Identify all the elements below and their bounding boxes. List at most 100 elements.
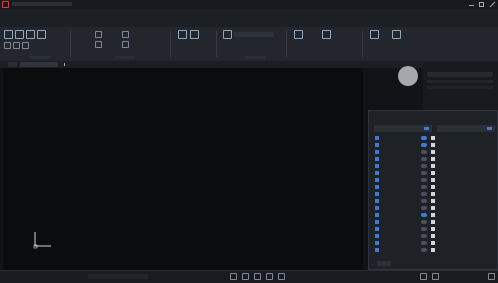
layer-row[interactable]: [375, 184, 498, 190]
rotate-tool-icon[interactable]: [122, 31, 129, 38]
snap-icon[interactable]: [230, 273, 237, 280]
layer-checkbox[interactable]: [375, 220, 379, 224]
layer-color-swatch[interactable]: [431, 220, 435, 224]
layer-toggle[interactable]: [421, 150, 427, 154]
mirror-tool-icon[interactable]: [122, 41, 129, 48]
layer-checkbox[interactable]: [375, 136, 379, 140]
layer-row[interactable]: [375, 177, 498, 183]
layer-toggle[interactable]: [421, 206, 427, 210]
layer-toggle[interactable]: [421, 185, 427, 189]
layer-color-swatch[interactable]: [431, 157, 435, 161]
layer-checkbox[interactable]: [375, 227, 379, 231]
layer-row[interactable]: [375, 156, 498, 162]
layer-toggle[interactable]: [421, 164, 427, 168]
group-icon[interactable]: [370, 30, 379, 39]
osnap-icon[interactable]: [278, 273, 285, 280]
layer-row[interactable]: [375, 149, 498, 155]
layer-row[interactable]: [375, 142, 498, 148]
layer-toggle[interactable]: [421, 199, 427, 203]
right-selector[interactable]: [437, 125, 495, 132]
tab-drawing[interactable]: [20, 62, 58, 67]
layer-checkbox[interactable]: [375, 199, 379, 203]
grid-icon[interactable]: [242, 273, 249, 280]
move-tool-icon[interactable]: [95, 31, 102, 38]
layer-toggle[interactable]: [421, 157, 427, 161]
layer-checkbox[interactable]: [375, 171, 379, 175]
layer-color-swatch[interactable]: [431, 213, 435, 217]
layer-row[interactable]: [375, 219, 498, 225]
polar-icon[interactable]: [266, 273, 273, 280]
dialog-footer-button[interactable]: [377, 261, 391, 266]
layer-color-swatch[interactable]: [431, 206, 435, 210]
point-tool-icon[interactable]: [22, 42, 29, 49]
line-tool-icon[interactable]: [4, 30, 13, 39]
navigation-wheel[interactable]: [398, 66, 418, 86]
rectangle-tool-icon[interactable]: [4, 42, 11, 49]
layer-color-swatch[interactable]: [431, 234, 435, 238]
layer-color-swatch[interactable]: [431, 192, 435, 196]
layer-row[interactable]: [375, 191, 498, 197]
layer-color-swatch[interactable]: [431, 185, 435, 189]
properties-selector[interactable]: [427, 72, 493, 77]
layer-color-swatch[interactable]: [431, 136, 435, 140]
drawing-canvas[interactable]: [3, 68, 363, 270]
ortho-icon[interactable]: [254, 273, 261, 280]
layer-checkbox[interactable]: [375, 192, 379, 196]
quick-access-toolbar[interactable]: [12, 2, 72, 6]
layer-checkbox[interactable]: [375, 234, 379, 238]
layer-row[interactable]: [375, 233, 498, 239]
layer-row[interactable]: [375, 226, 498, 232]
arc-tool-icon[interactable]: [37, 30, 46, 39]
layer-checkbox[interactable]: [375, 150, 379, 154]
layer-toggle[interactable]: [421, 136, 427, 140]
layer-toggle[interactable]: [421, 143, 427, 147]
dimension-tool-icon[interactable]: [190, 30, 199, 39]
layer-row[interactable]: [375, 205, 498, 211]
layer-toggle[interactable]: [421, 241, 427, 245]
layer-checkbox[interactable]: [375, 185, 379, 189]
utilities-icon[interactable]: [392, 30, 401, 39]
layer-toggle[interactable]: [421, 171, 427, 175]
layer-color-swatch[interactable]: [431, 248, 435, 252]
layer-color-swatch[interactable]: [431, 164, 435, 168]
tab-start[interactable]: [8, 62, 17, 67]
layer-toggle[interactable]: [421, 192, 427, 196]
match-properties-icon[interactable]: [322, 30, 331, 39]
layer-dropdown[interactable]: [234, 32, 274, 37]
polyline-tool-icon[interactable]: [15, 30, 24, 39]
layer-properties-icon[interactable]: [223, 30, 232, 39]
layer-toggle[interactable]: [421, 178, 427, 182]
command-line[interactable]: [88, 274, 148, 279]
layer-checkbox[interactable]: [375, 157, 379, 161]
layer-row[interactable]: [375, 163, 498, 169]
right-selector-toggle[interactable]: [487, 127, 492, 130]
layer-color-swatch[interactable]: [431, 178, 435, 182]
text-tool-icon[interactable]: [178, 30, 187, 39]
layer-checkbox[interactable]: [375, 164, 379, 168]
layer-toggle[interactable]: [421, 220, 427, 224]
copy-tool-icon[interactable]: [95, 41, 102, 48]
new-tab-button[interactable]: [61, 62, 68, 67]
layer-checkbox[interactable]: [375, 206, 379, 210]
layer-row[interactable]: [375, 247, 498, 253]
layer-toggle[interactable]: [421, 248, 427, 252]
customize-icon[interactable]: [488, 273, 495, 280]
layer-color-swatch[interactable]: [431, 171, 435, 175]
layer-toggle[interactable]: [421, 234, 427, 238]
layer-row[interactable]: [375, 170, 498, 176]
left-selector-toggle[interactable]: [424, 127, 429, 130]
layer-row[interactable]: [375, 135, 498, 141]
layer-toggle[interactable]: [421, 227, 427, 231]
hatch-tool-icon[interactable]: [13, 42, 20, 49]
workspace-icon[interactable]: [420, 273, 427, 280]
left-selector[interactable]: [374, 125, 432, 132]
circle-tool-icon[interactable]: [26, 30, 35, 39]
layer-color-swatch[interactable]: [431, 199, 435, 203]
minimize-button[interactable]: [468, 1, 475, 8]
layer-row[interactable]: [375, 212, 498, 218]
layer-color-swatch[interactable]: [431, 150, 435, 154]
layer-checkbox[interactable]: [375, 241, 379, 245]
layer-row[interactable]: [375, 198, 498, 204]
annotation-scale-icon[interactable]: [432, 273, 439, 280]
layer-checkbox[interactable]: [375, 143, 379, 147]
